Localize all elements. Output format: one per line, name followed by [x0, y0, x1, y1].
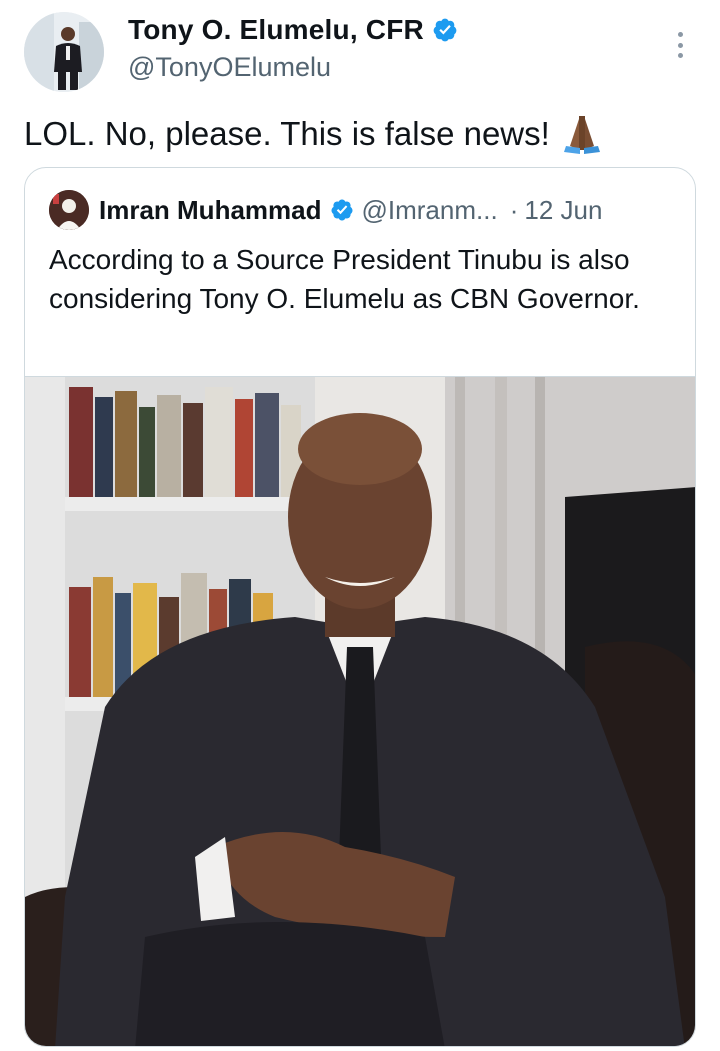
- author-display-name[interactable]: Tony O. Elumelu, CFR: [128, 14, 424, 46]
- author-handle[interactable]: @TonyOElumelu: [128, 52, 331, 83]
- quoted-tweet-photo[interactable]: [25, 376, 695, 1046]
- quoted-verified-badge-icon: [330, 199, 352, 221]
- author-avatar[interactable]: [24, 12, 104, 92]
- quoted-author-handle[interactable]: @Imranm...: [362, 195, 498, 226]
- quoted-tweet-header: Imran Muhammad @Imranm... · 12 Jun: [49, 190, 602, 230]
- folded-hands-emoji-icon: [563, 116, 600, 154]
- quoted-tweet-card[interactable]: Imran Muhammad @Imranm... · 12 Jun Accor…: [24, 167, 696, 1047]
- more-options-icon[interactable]: [668, 28, 692, 62]
- quoted-timestamp[interactable]: 12 Jun: [524, 195, 602, 226]
- tweet-text: LOL. No, please. This is false news!: [24, 112, 604, 156]
- verified-badge-icon: [433, 18, 457, 42]
- tweet-text-content: LOL. No, please. This is false news!: [24, 115, 550, 152]
- quoted-tweet-text: According to a Source President Tinubu i…: [49, 244, 640, 314]
- quoted-author-name[interactable]: Imran Muhammad: [99, 195, 322, 226]
- tweet-header: Tony O. Elumelu, CFR @TonyOElumelu: [0, 0, 720, 110]
- quoted-separator: ·: [509, 194, 519, 225]
- quoted-author-avatar[interactable]: [49, 190, 89, 230]
- author-name-row: Tony O. Elumelu, CFR: [128, 14, 458, 46]
